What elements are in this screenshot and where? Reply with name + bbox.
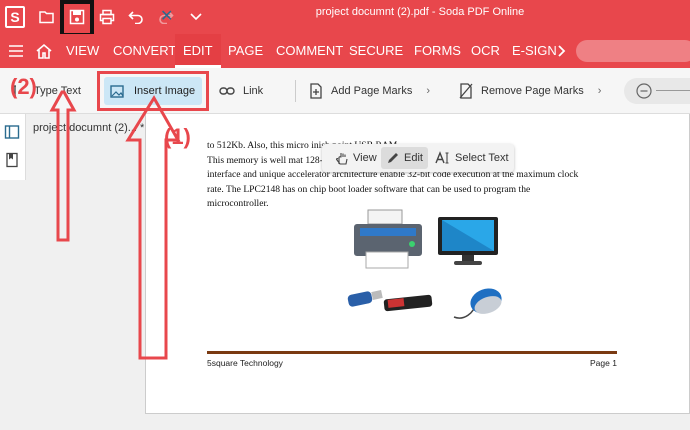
arrow-to-save bbox=[49, 90, 77, 242]
annotation-arrows bbox=[49, 90, 181, 360]
annotation-label-1: (1) bbox=[164, 124, 191, 149]
annotation-label-2: (2) bbox=[10, 74, 37, 99]
